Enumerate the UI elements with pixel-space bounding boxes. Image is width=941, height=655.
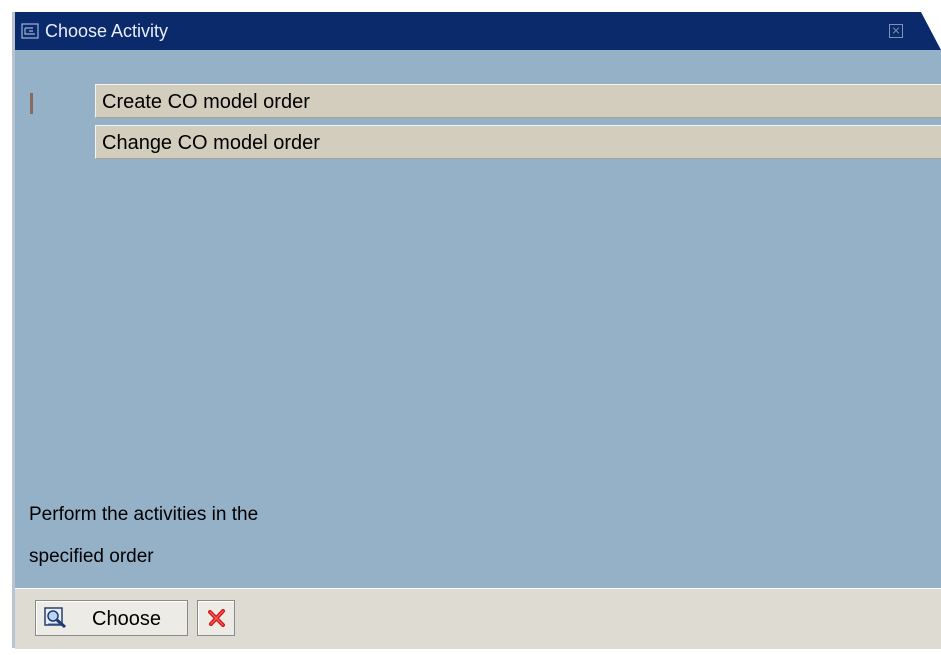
- cancel-button[interactable]: [197, 600, 235, 636]
- title-bar[interactable]: Choose Activity: [15, 12, 941, 50]
- help-text-line1: Perform the activities in the: [29, 504, 259, 525]
- activity-item-label: Create CO model order: [102, 91, 310, 113]
- title-bar-corner: [921, 12, 941, 50]
- activity-item-change-co-model-order[interactable]: Change CO model order: [95, 125, 941, 159]
- dialog-title: Choose Activity: [45, 21, 169, 41]
- window-menu-icon[interactable]: [21, 23, 39, 39]
- choose-activity-dialog: Choose Activity Create CO model order Ch…: [12, 12, 941, 649]
- close-icon[interactable]: [889, 24, 903, 38]
- activity-list-area: Create CO model order Change CO model or…: [15, 50, 941, 588]
- choose-button-label: Choose: [92, 608, 161, 630]
- choose-check-icon: [44, 607, 66, 629]
- activity-item-label: Change CO model order: [102, 132, 320, 154]
- choose-button[interactable]: Choose: [35, 600, 188, 636]
- activity-item-create-co-model-order[interactable]: Create CO model order: [95, 84, 941, 118]
- help-text-line2: specified order: [29, 546, 154, 567]
- text-cursor: [30, 93, 33, 114]
- cancel-x-icon: [208, 609, 225, 627]
- button-bar: Choose: [15, 588, 941, 649]
